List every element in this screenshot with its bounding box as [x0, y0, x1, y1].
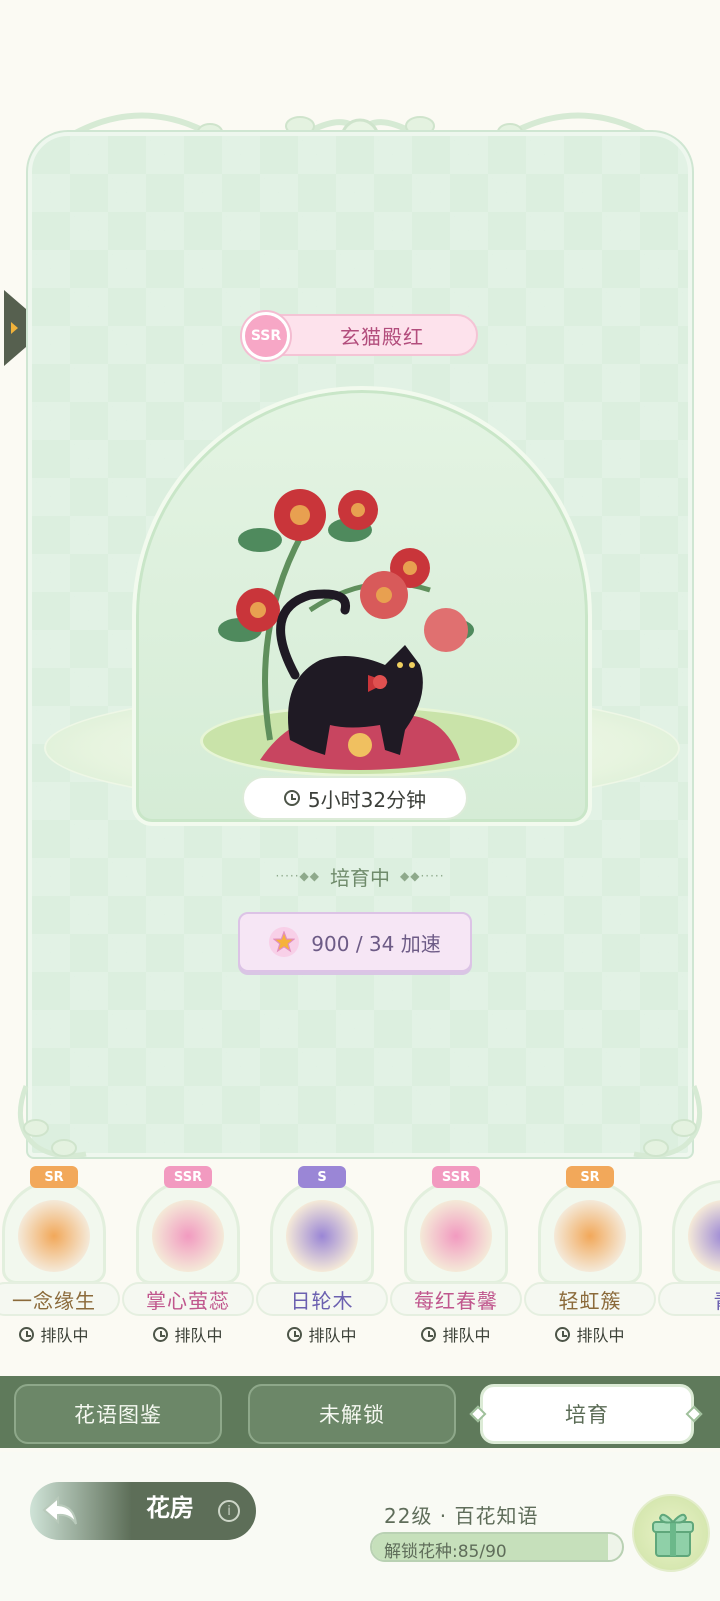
unlock-progress-bar: 解锁花种:85/90: [370, 1532, 624, 1562]
queue-status-text: 排队中: [442, 1326, 491, 1345]
flower-thumbnail: [554, 1200, 626, 1272]
queue-flower-name: 青: [658, 1282, 720, 1316]
queue-flower-name: 莓红春馨: [390, 1282, 522, 1316]
queue-flower-name: 日轮木: [256, 1282, 388, 1316]
rarity-badge: S: [298, 1166, 346, 1188]
clock-icon: [283, 790, 300, 806]
queue-card[interactable]: SR 轻虹簇排队中: [524, 1166, 656, 1352]
speedup-label: 900 / 34 加速: [311, 931, 441, 956]
queue-status-text: 排队中: [308, 1326, 357, 1345]
queue-card[interactable]: SSR 掌心萤蕊排队中: [122, 1166, 254, 1352]
back-arrow-icon[interactable]: [38, 1490, 82, 1532]
rarity-badge: SSR: [432, 1166, 480, 1188]
queue-status: 排队中: [530, 1322, 650, 1346]
cultivation-queue[interactable]: SR 一念缘生 排队中 SSR 掌心萤蕊 排队中 S 日轮木 排队中 SSR 莓红春馨 排队中 SR 轻虹…: [0, 1166, 720, 1356]
queue-status-text: 排队中: [40, 1326, 89, 1345]
tab-catalog[interactable]: 花语图鉴: [14, 1384, 222, 1444]
unlock-progress-text: 解锁花种:85/90: [384, 1542, 507, 1562]
tab-cultivate[interactable]: 培育: [480, 1384, 694, 1444]
queue-status: 排队中: [0, 1322, 114, 1346]
rarity-badge: SR: [30, 1166, 78, 1188]
clock-icon: [287, 1326, 303, 1342]
home-label: 花房: [146, 1494, 194, 1522]
flower-name: 玄猫殿红: [340, 324, 424, 349]
info-icon[interactable]: i: [218, 1500, 240, 1522]
queue-flower-name: 掌心萤蕊: [122, 1282, 254, 1316]
vine-ornament-right: [633, 1085, 703, 1159]
level-text: 22级 · 百花知语: [384, 1504, 539, 1528]
queue-status: 排队中: [396, 1322, 516, 1346]
status-ornament-left-icon: ·····◆◆: [275, 869, 320, 883]
timer-pill: 5小时32分钟: [242, 776, 468, 820]
queue-card[interactable]: 青: [658, 1166, 720, 1352]
queue-flower-name: 一念缘生: [0, 1282, 120, 1316]
queue-status: 排队中: [128, 1322, 248, 1346]
flower-name-pill: SSR 玄猫殿红: [242, 312, 478, 360]
flower-thumbnail: [152, 1200, 224, 1272]
flower-thumbnail: [286, 1200, 358, 1272]
queue-flower-name: 轻虹簇: [524, 1282, 656, 1316]
clock-icon: [555, 1326, 571, 1342]
cultivation-status: ·····◆◆ 培育中 ◆◆·····: [260, 860, 460, 892]
speedup-button[interactable]: 900 / 34 加速: [238, 912, 472, 972]
star-icon: [269, 927, 300, 957]
queue-status-text: 排队中: [576, 1326, 625, 1345]
flower-thumbnail: [18, 1200, 90, 1272]
timer-text: 5小时32分钟: [307, 787, 427, 812]
queue-card[interactable]: S 日轮木排队中: [256, 1166, 388, 1352]
rarity-badge: SR: [566, 1166, 614, 1188]
flower-thumbnail: [420, 1200, 492, 1272]
tab-locked[interactable]: 未解锁: [248, 1384, 456, 1444]
queue-card[interactable]: SR 一念缘生排队中: [0, 1166, 120, 1352]
rarity-badge: SSR: [164, 1166, 212, 1188]
flower-illustration[interactable]: [200, 460, 520, 790]
queue-card[interactable]: SSR 莓红春馨排队中: [390, 1166, 522, 1352]
side-expand-tab[interactable]: [4, 290, 26, 366]
status-text: 培育中: [330, 865, 390, 890]
rarity-badge: SSR: [242, 312, 290, 360]
vine-ornament-left: [17, 1085, 87, 1159]
queue-status: 排队中: [262, 1322, 382, 1346]
clock-icon: [19, 1326, 35, 1342]
gift-icon[interactable]: [632, 1494, 710, 1572]
status-ornament-right-icon: ◆◆·····: [400, 869, 445, 883]
queue-status-text: 排队中: [174, 1326, 223, 1345]
clock-icon: [421, 1326, 437, 1342]
clock-icon: [153, 1326, 169, 1342]
